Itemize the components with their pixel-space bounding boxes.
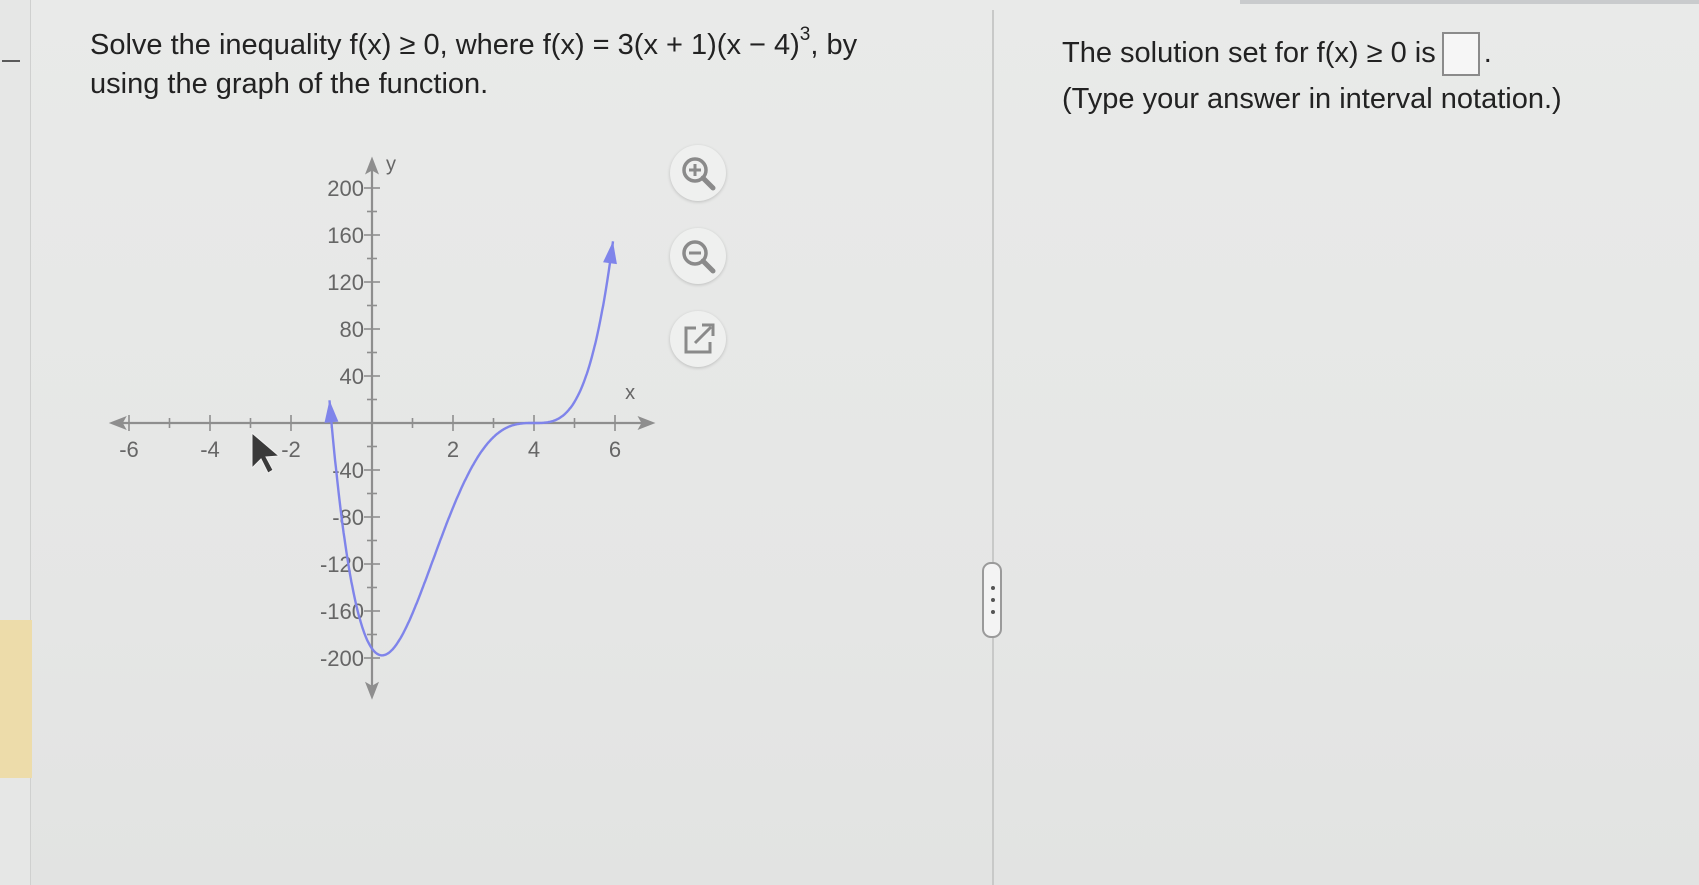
y-tick-label: 200 [327,176,364,201]
answer-line: The solution set for f(x) ≥ 0 is. [1062,30,1682,77]
y-tick-label: 80 [340,317,364,342]
y-tick-label: 40 [340,364,364,389]
x-tick-label: 6 [609,437,621,462]
answer-period: . [1483,37,1492,69]
answer-hint: (Type your answer in interval notation.) [1062,83,1562,116]
x-tick-label: -2 [281,437,301,462]
zoom-out-button[interactable] [670,228,726,284]
top-bar-edge [1240,0,1699,4]
y-tick-label: -120 [320,552,364,577]
screen: Solve the inequality f(x) ≥ 0, where f(x… [0,0,1699,885]
y-tick-label: -200 [320,646,364,671]
mouse-cursor-icon [251,431,281,474]
panel-divider [992,10,994,885]
graph-axes [108,156,656,700]
x-axis-label: x [625,382,635,404]
zoom-in-icon [682,157,716,191]
y-tick-label: 160 [327,223,364,248]
x-tick-label: -6 [119,437,139,462]
x-tick-label: 4 [528,437,540,462]
curve-left-arrow [324,400,339,423]
zoom-in-button[interactable] [670,145,726,201]
answer-input-box[interactable] [1441,32,1480,77]
popout-icon [684,323,715,354]
answer-prompt: The solution set for f(x) ≥ 0 is [1062,37,1436,69]
popout-button[interactable] [670,311,726,367]
y-tick-label: 120 [327,270,364,295]
x-tick-label: 2 [447,437,459,462]
x-tick-label: -4 [200,437,220,462]
y-tick-label: -80 [332,505,364,530]
zoom-out-icon [682,240,716,274]
curve-layer [324,241,617,657]
y-axis-label: y [386,154,396,176]
graph-tick-labels: xy-6 -4 -2 2 4 62001601208040-40-80-120-160-2… [119,154,635,672]
curve-right-arrow [603,241,617,265]
divider-drag-handle[interactable] [982,562,1002,638]
function-graph: xy-6 -4 -2 2 4 62001601208040-40-80-120-160-2… [108,154,656,700]
answer-panel: The solution set for f(x) ≥ 0 is. (Type … [1062,30,1682,122]
